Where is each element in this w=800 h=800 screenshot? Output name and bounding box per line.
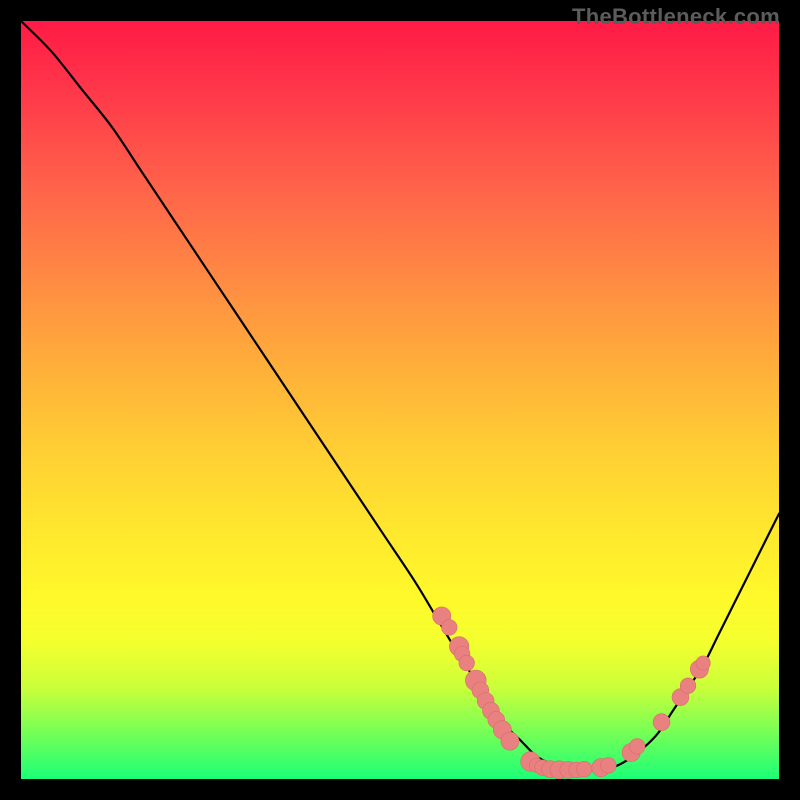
curve-layer (21, 21, 779, 779)
bottleneck-curve (21, 21, 779, 770)
data-marker (576, 761, 592, 777)
data-markers (433, 607, 711, 779)
data-marker (459, 655, 475, 671)
chart-frame: TheBottleneck.com (0, 0, 800, 800)
data-marker (501, 732, 519, 750)
plot-area (21, 21, 779, 779)
data-marker (601, 758, 617, 774)
data-marker (441, 620, 457, 636)
watermark-text: TheBottleneck.com (572, 4, 780, 30)
data-marker (629, 739, 645, 755)
data-marker (653, 714, 670, 731)
data-marker (696, 656, 710, 670)
data-marker (680, 678, 696, 694)
